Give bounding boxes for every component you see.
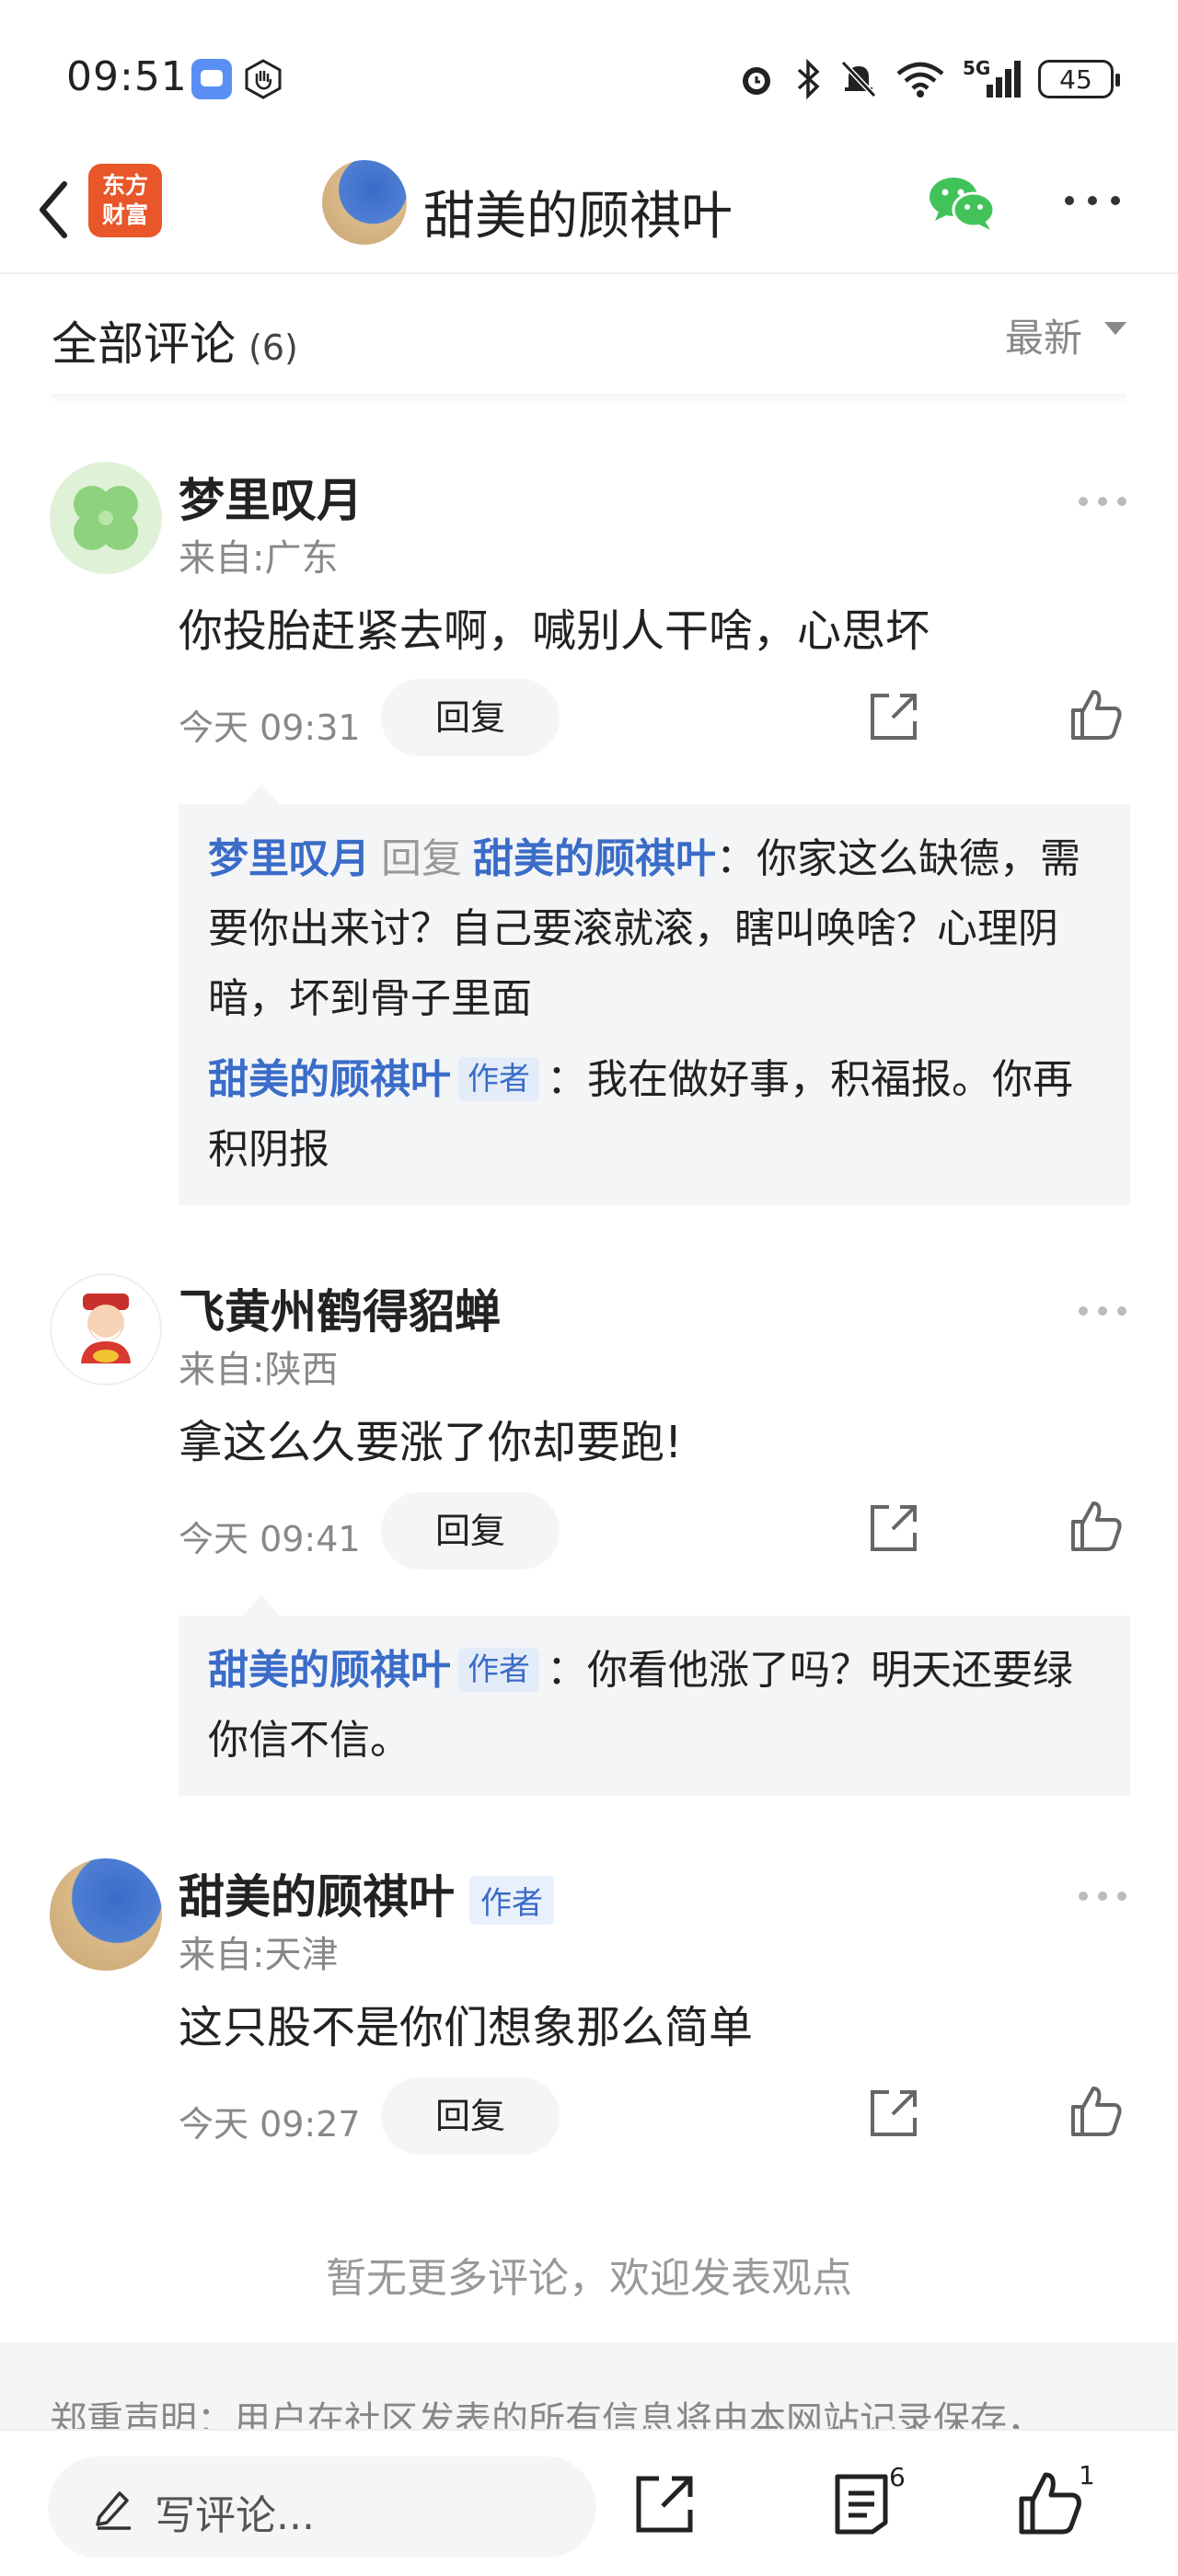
list-icon[interactable] xyxy=(830,2471,893,2537)
comment-count-badge: 6 xyxy=(889,2462,906,2492)
avatar-clover[interactable] xyxy=(50,462,162,574)
comment-input[interactable]: 写评论... xyxy=(48,2456,596,2558)
comment-text: 这只股不是你们想象那么简单 xyxy=(179,2002,754,2053)
more-options-icon[interactable] xyxy=(1077,495,1128,508)
like-count-badge: 1 xyxy=(1079,2460,1095,2490)
comment-time: 今天 09:31 xyxy=(179,707,361,748)
disclaimer-text: 郑重声明：用户在社区发表的所有信息将由本网站记录保存， xyxy=(50,2399,1044,2434)
comment-location: 来自:陕西 xyxy=(179,1349,339,1391)
comment-location: 来自:广东 xyxy=(179,537,339,580)
hand-icon xyxy=(245,59,282,99)
caret-down-icon[interactable] xyxy=(1104,322,1126,335)
battery-level: 45 xyxy=(1059,63,1092,95)
bluetooth-icon xyxy=(797,59,820,99)
reply-author[interactable]: 甜美的顾祺叶 xyxy=(208,1056,451,1103)
sort-dropdown[interactable]: 最新 xyxy=(1005,307,1082,363)
comments-count: (6) xyxy=(248,328,298,368)
author-badge: 作者 xyxy=(458,1648,539,1692)
reply-colon: ： xyxy=(547,1647,587,1694)
reply-target[interactable]: 甜美的顾祺叶 xyxy=(473,835,716,882)
reply-thread: 梦里叹月 回复 甜美的顾祺叶：你家这么缺德，需要你出来讨？自己要滚就滚，瞎叫唤啥？心… xyxy=(179,784,1130,1205)
more-options-icon[interactable] xyxy=(1077,1305,1128,1317)
back-icon[interactable] xyxy=(26,171,81,248)
share-icon[interactable] xyxy=(865,688,922,745)
reply-button[interactable]: 回复 xyxy=(381,2077,560,2155)
comment-author-name[interactable]: 甜美的顾祺叶 xyxy=(179,1870,455,1924)
alarm-icon xyxy=(743,67,770,95)
cellular-signal-icon: 5G xyxy=(963,57,1022,99)
reply-button[interactable]: 回复 xyxy=(381,679,560,756)
status-icons: 5G 45 xyxy=(736,57,1120,101)
comment-time: 今天 09:27 xyxy=(179,2104,361,2145)
author-badge: 作者 xyxy=(458,1057,539,1101)
comments-title-label: 全部评论 xyxy=(52,317,236,371)
more-options-icon[interactable] xyxy=(1060,190,1125,212)
reply-author[interactable]: 梦里叹月 xyxy=(208,835,370,882)
like-icon[interactable] xyxy=(1068,2083,1125,2140)
more-options-icon[interactable] xyxy=(1077,1890,1128,1903)
comment-time: 今天 09:41 xyxy=(179,1519,361,1559)
share-icon[interactable] xyxy=(631,2471,698,2537)
status-bar: 09:51 5G 45 xyxy=(0,0,1178,147)
reply-button[interactable]: 回复 xyxy=(381,1492,560,1570)
no-more-comments: 暂无更多评论，欢迎发表观点 xyxy=(326,2255,852,2302)
reply-item[interactable]: 甜美的顾祺叶 作者 ：我在做好事，积福报。你再积阴报 xyxy=(208,1045,1101,1185)
divider xyxy=(52,394,1126,407)
page-title[interactable]: 甜美的顾祺叶 xyxy=(423,175,733,249)
avatar[interactable] xyxy=(50,1858,162,1971)
avatar-fortune-god[interactable] xyxy=(50,1273,162,1386)
wifi-icon xyxy=(896,62,944,98)
comment-author[interactable]: 梦里叹月 xyxy=(179,464,363,530)
comment-location: 来自:天津 xyxy=(179,1934,339,1976)
like-icon[interactable] xyxy=(1068,686,1125,743)
comment-author[interactable]: 飞黄州鹤得貂蝉 xyxy=(179,1275,501,1341)
disclaimer: 郑重声明：用户在社区发表的所有信息将由本网站记录保存， xyxy=(0,2342,1178,2434)
reply-thread: 甜美的顾祺叶 作者 ：你看他涨了吗？明天还要绿你信不信。 xyxy=(179,1595,1130,1796)
comment-text: 你投胎赶紧去啊，喊别人干啥，心思坏 xyxy=(179,605,930,657)
mute-icon xyxy=(840,60,877,98)
reply-item[interactable]: 甜美的顾祺叶 作者 ：你看他涨了吗？明天还要绿你信不信。 xyxy=(208,1636,1101,1776)
comment-text: 拿这么久要涨了你却要跑! xyxy=(179,1417,683,1468)
author-badge: 作者 xyxy=(469,1876,554,1925)
reply-colon: ： xyxy=(716,835,756,882)
app-logo[interactable]: 东方 财富 xyxy=(88,164,162,237)
like-icon[interactable] xyxy=(1016,2469,1084,2537)
comments-title: 全部评论 (6) xyxy=(52,307,298,374)
top-navigation-bar: 东方 财富 甜美的顾祺叶 xyxy=(0,147,1178,274)
comment-placeholder: 写评论... xyxy=(155,2492,315,2539)
message-app-icon xyxy=(191,59,232,99)
reply-verb: 回复 xyxy=(381,835,462,882)
user-avatar[interactable] xyxy=(322,160,407,245)
pencil-icon xyxy=(96,2491,131,2530)
share-icon[interactable] xyxy=(865,1500,922,1557)
battery-indicator: 45 xyxy=(1038,60,1120,98)
reply-item[interactable]: 梦里叹月 回复 甜美的顾祺叶：你家这么缺德，需要你出来讨？自己要滚就滚，瞎叫唤啥？心… xyxy=(208,824,1101,1034)
like-icon[interactable] xyxy=(1068,1498,1125,1555)
comment-author[interactable]: 甜美的顾祺叶 作者 xyxy=(179,1860,554,1926)
bottom-action-bar: 写评论... 6 1 xyxy=(0,2429,1178,2576)
share-icon[interactable] xyxy=(865,2085,922,2142)
comments-section-header: 全部评论 (6) 最新 xyxy=(0,276,1178,407)
reply-author[interactable]: 甜美的顾祺叶 xyxy=(208,1647,451,1694)
wechat-icon[interactable] xyxy=(928,175,998,232)
status-time: 09:51 xyxy=(66,53,188,100)
reply-colon: ： xyxy=(547,1056,587,1103)
